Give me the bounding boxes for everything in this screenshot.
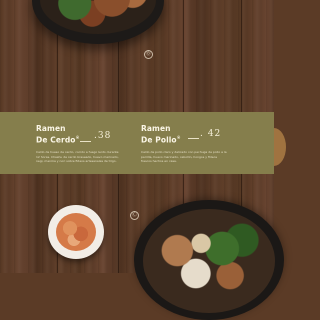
side-dish-plate-photo [48,205,104,259]
dish-marker-bottom: Ⓒ [130,211,139,220]
plate-contents [56,213,96,251]
menu-item-ramen-de-cerdo: Ramen De Cerdo® [36,124,80,145]
dish-name-line2: De Pollo® [141,135,181,145]
price-ramen-de-pollo: . 42 [200,129,222,139]
price-ramen-de-cerdo: .38 [94,131,112,141]
bowl-contents [40,0,156,34]
menu-item-ramen-de-pollo: Ramen De Pollo® [141,124,181,145]
dish-marker-top: Ⓑ [144,50,153,59]
dish-name-line1: Ramen [141,124,171,133]
menu-band: Ramen De Cerdo® .38 Caldo de hueso de ce… [0,112,274,174]
dish-name-line2: De Cerdo® [36,135,80,145]
price-dash [188,138,199,139]
bowl-contents [143,209,275,313]
dish-description-ramen-de-pollo: Caldo de pollo claro y delicado con pech… [141,150,227,163]
dish-name-line1: Ramen [36,124,66,133]
price-dash [80,141,91,142]
ramen-bowl-photo-bottom [134,200,284,320]
dish-description-ramen-de-cerdo: Caldo de hueso de cerdo, cocido a fuego … [36,150,119,163]
